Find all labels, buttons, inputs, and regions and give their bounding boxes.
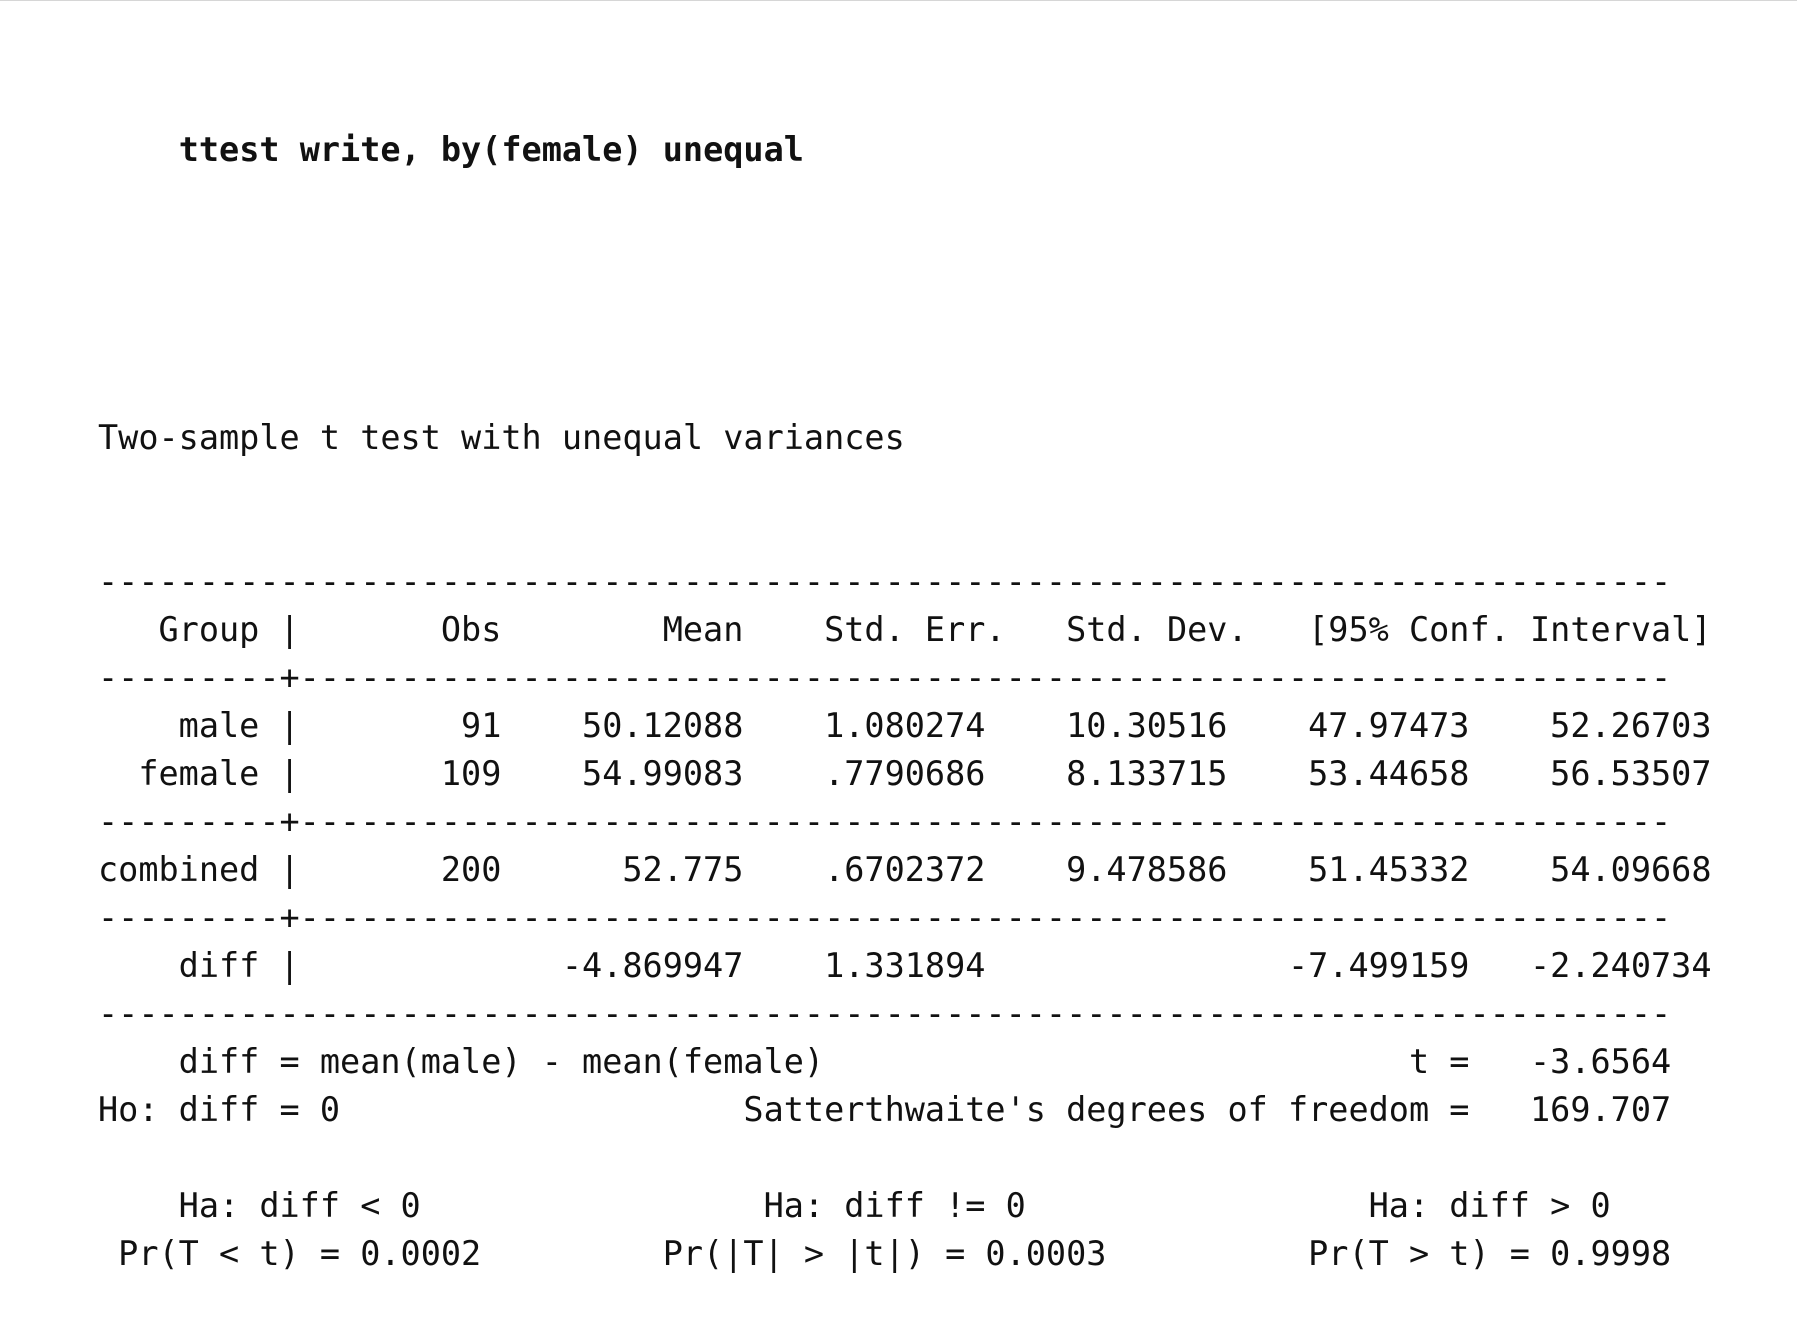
table-row-combined: combined | 200 52.775 .6702372 9.478586 … <box>98 850 1712 889</box>
table-row: male | 91 50.12088 1.080274 10.30516 47.… <box>98 706 1712 745</box>
diff-definition-line: diff = mean(male) - mean(female) t = -3.… <box>98 1042 1672 1081</box>
table-row: female | 109 54.99083 .7790686 8.133715 … <box>98 754 1712 793</box>
table-row-diff: diff | -4.869947 1.331894 -7.499159 -2.2… <box>98 946 1712 985</box>
p-values-line: Pr(T < t) = 0.0002 Pr(|T| > |t|) = 0.000… <box>98 1234 1672 1273</box>
top-border <box>0 0 1797 1</box>
table-rule-bottom: ----------------------------------------… <box>98 994 1672 1033</box>
output-title: Two-sample t test with unequal variances <box>98 418 905 457</box>
table-header-row: Group | Obs Mean Std. Err. Std. Dev. [95… <box>98 610 1712 649</box>
alternative-hypotheses-line: Ha: diff < 0 Ha: diff != 0 Ha: diff > 0 <box>98 1186 1611 1225</box>
command-text: ttest write, by(female) unequal <box>178 130 804 169</box>
table-separator: ---------+------------------------------… <box>98 802 1672 841</box>
table-separator: ---------+------------------------------… <box>98 898 1672 937</box>
null-hypothesis-line: Ho: diff = 0 Satterthwaite's degrees of … <box>98 1090 1672 1129</box>
stata-output: ttest write, by(female) unequal Two-samp… <box>98 30 1712 1326</box>
table-separator: ---------+------------------------------… <box>98 658 1672 697</box>
table-rule-top: ----------------------------------------… <box>98 562 1672 601</box>
command-line: ttest write, by(female) unequal <box>98 126 1712 174</box>
